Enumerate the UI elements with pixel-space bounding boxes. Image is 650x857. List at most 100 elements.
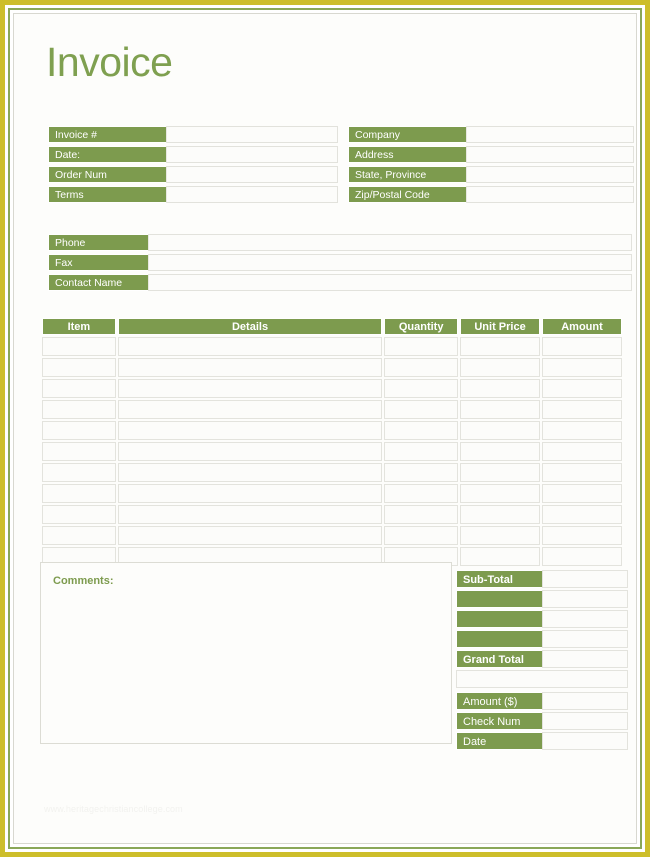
payment-input-check-num[interactable] [542, 712, 628, 730]
totals-input-blank-2[interactable] [542, 610, 628, 628]
table-row [42, 505, 622, 524]
invoice-info-input-invoice[interactable] [166, 126, 338, 143]
table-cell-item[interactable] [42, 505, 116, 524]
table-cell-amount[interactable] [542, 421, 622, 440]
table-cell-unit-price[interactable] [460, 526, 541, 545]
payment-label-date: Date [456, 732, 542, 750]
invoice-info-label-date: Date: [48, 146, 166, 163]
table-cell-unit-price[interactable] [460, 505, 541, 524]
bill-to-input-state-province[interactable] [466, 166, 634, 183]
bill-to-row: Address [348, 146, 634, 163]
table-cell-amount[interactable] [542, 358, 622, 377]
table-cell-unit-price[interactable] [460, 484, 541, 503]
table-cell-quantity[interactable] [384, 484, 459, 503]
table-cell-details[interactable] [117, 337, 383, 356]
comments-box[interactable]: Comments: [40, 562, 452, 744]
table-cell-quantity[interactable] [384, 358, 459, 377]
bill-to-input-address[interactable] [466, 146, 634, 163]
invoice-info-input-order-num[interactable] [166, 166, 338, 183]
table-cell-quantity[interactable] [384, 421, 459, 440]
totals-spacer [456, 670, 628, 688]
totals-row [456, 610, 628, 628]
totals-input-blank-3[interactable] [542, 630, 628, 648]
table-cell-unit-price[interactable] [460, 442, 541, 461]
table-cell-unit-price[interactable] [460, 400, 541, 419]
contact-input-contact-name[interactable] [148, 274, 632, 291]
totals-row [456, 590, 628, 608]
totals-row: Sub-Total [456, 570, 628, 588]
totals-label-grand-total: Grand Total [456, 650, 542, 668]
table-cell-amount[interactable] [542, 547, 622, 566]
table-cell-amount[interactable] [542, 463, 622, 482]
table-cell-details[interactable] [117, 526, 383, 545]
table-cell-item[interactable] [42, 400, 116, 419]
contact-row: Phone [48, 234, 632, 251]
table-cell-unit-price[interactable] [460, 379, 541, 398]
table-cell-item[interactable] [42, 337, 116, 356]
table-cell-details[interactable] [117, 400, 383, 419]
table-cell-unit-price[interactable] [460, 421, 541, 440]
table-cell-quantity[interactable] [384, 463, 459, 482]
totals-input-sub-total[interactable] [542, 570, 628, 588]
table-cell-unit-price[interactable] [460, 358, 541, 377]
bill-to-input-company[interactable] [466, 126, 634, 143]
bill-to-label-company: Company [348, 126, 466, 143]
table-cell-quantity[interactable] [384, 379, 459, 398]
table-cell-quantity[interactable] [384, 505, 459, 524]
table-cell-unit-price[interactable] [460, 547, 541, 566]
table-cell-item[interactable] [42, 442, 116, 461]
page-border-green-rule: Invoice Invoice # Date: Order Num Terms Comp… [8, 8, 642, 849]
table-cell-amount[interactable] [542, 505, 622, 524]
line-items-header: Item Details Quantity Unit Price Amount [42, 318, 622, 335]
page-border-inner-gap: Invoice Invoice # Date: Order Num Terms Comp… [10, 10, 640, 847]
table-cell-quantity[interactable] [384, 526, 459, 545]
contact-input-fax[interactable] [148, 254, 632, 271]
bill-to-input-zip-postal-code[interactable] [466, 186, 634, 203]
contact-input-phone[interactable] [148, 234, 632, 251]
table-row [42, 337, 622, 356]
contact-label-phone: Phone [48, 234, 148, 251]
table-cell-item[interactable] [42, 463, 116, 482]
table-cell-details[interactable] [117, 442, 383, 461]
table-cell-item[interactable] [42, 526, 116, 545]
totals-label-blank-2 [456, 610, 542, 628]
page-border-outer-gap: Invoice Invoice # Date: Order Num Terms Comp… [5, 5, 645, 852]
table-cell-details[interactable] [117, 505, 383, 524]
payment-input-amount[interactable] [542, 692, 628, 710]
table-cell-item[interactable] [42, 379, 116, 398]
invoice-info-input-date[interactable] [166, 146, 338, 163]
invoice-info-row: Invoice # [48, 126, 338, 143]
table-row [42, 463, 622, 482]
table-cell-amount[interactable] [542, 337, 622, 356]
table-cell-item[interactable] [42, 484, 116, 503]
contact-label-contact-name: Contact Name [48, 274, 148, 291]
table-cell-amount[interactable] [542, 379, 622, 398]
table-cell-quantity[interactable] [384, 400, 459, 419]
table-row [42, 421, 622, 440]
table-cell-item[interactable] [42, 358, 116, 377]
table-cell-details[interactable] [117, 484, 383, 503]
totals-input-grand-total[interactable] [542, 650, 628, 668]
table-row [42, 526, 622, 545]
table-cell-details[interactable] [117, 463, 383, 482]
invoice-info-input-terms[interactable] [166, 186, 338, 203]
table-cell-quantity[interactable] [384, 337, 459, 356]
table-cell-unit-price[interactable] [460, 463, 541, 482]
table-cell-amount[interactable] [542, 442, 622, 461]
table-cell-unit-price[interactable] [460, 337, 541, 356]
table-cell-item[interactable] [42, 421, 116, 440]
totals-label-blank-3 [456, 630, 542, 648]
totals-input-blank-1[interactable] [542, 590, 628, 608]
table-cell-amount[interactable] [542, 526, 622, 545]
table-cell-amount[interactable] [542, 484, 622, 503]
invoice-page: Invoice Invoice # Date: Order Num Terms Comp… [0, 0, 650, 857]
table-cell-details[interactable] [117, 379, 383, 398]
payment-row: Date [456, 732, 628, 750]
table-cell-amount[interactable] [542, 400, 622, 419]
table-cell-quantity[interactable] [384, 442, 459, 461]
table-cell-details[interactable] [117, 421, 383, 440]
payment-label-amount: Amount ($) [456, 692, 542, 710]
payment-input-date[interactable] [542, 732, 628, 750]
invoice-info-row: Terms [48, 186, 338, 203]
table-cell-details[interactable] [117, 358, 383, 377]
